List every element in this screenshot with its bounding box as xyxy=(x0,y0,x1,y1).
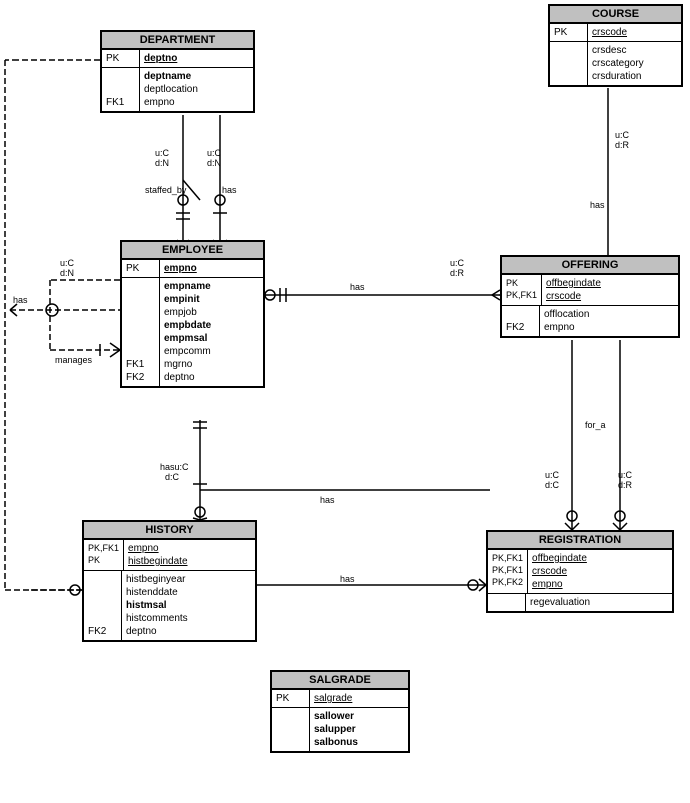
salgrade-header: SALGRADE xyxy=(272,672,408,690)
card-dn-dept-staffed: d:N xyxy=(155,158,169,168)
diagram: staffed_by has manages has has has for_a… xyxy=(0,0,690,803)
card-uc-dept-staffed: u:C xyxy=(155,148,169,158)
card-dr-off-reg2: d:R xyxy=(618,480,632,490)
label-staffed-by: staffed_by xyxy=(145,185,186,195)
label-has-course-off: has xyxy=(590,200,605,210)
entity-registration: REGISTRATION PK,FK1 PK,FK1 PK,FK2 offbeg… xyxy=(486,530,674,613)
entity-course: COURSE PK crscode crsdesc crscategory cr… xyxy=(548,4,683,87)
card-hasu: hasu:C xyxy=(160,462,189,472)
history-header: HISTORY xyxy=(84,522,255,540)
label-has-dept-emp: has xyxy=(222,185,237,195)
label-manages: manages xyxy=(55,355,92,365)
entity-department: DEPARTMENT PK deptno FK1 deptname deptlo… xyxy=(100,30,255,113)
card-uc-emp-left: u:C xyxy=(60,258,74,268)
card-dc-hist: d:C xyxy=(165,472,179,482)
card-dc-off-reg1: d:C xyxy=(545,480,559,490)
card-dn-emp-left: d:N xyxy=(60,268,74,278)
department-header: DEPARTMENT xyxy=(102,32,253,50)
label-has-hist-reg: has xyxy=(340,574,355,584)
course-header: COURSE xyxy=(550,6,681,24)
card-dr-emp-off: d:R xyxy=(450,268,464,278)
card-dn-dept-has: d:N xyxy=(207,158,221,168)
entity-salgrade: SALGRADE PK salgrade sallower salupper s… xyxy=(270,670,410,753)
dept-pk-attr: deptno xyxy=(144,52,177,65)
entity-history: HISTORY PK,FK1 PK empno histbegindate FK… xyxy=(82,520,257,642)
card-dr-course-has: d:R xyxy=(615,140,629,150)
label-has-left: has xyxy=(13,295,28,305)
registration-header: REGISTRATION xyxy=(488,532,672,550)
card-uc-dept-has: u:C xyxy=(207,148,221,158)
card-uc-course-has: u:C xyxy=(615,130,629,140)
offering-header: OFFERING xyxy=(502,257,678,275)
label-for-a: for_a xyxy=(585,420,606,430)
dept-pk-label: PK xyxy=(106,52,135,65)
entity-offering: OFFERING PK PK,FK1 offbegindate crscode … xyxy=(500,255,680,338)
card-uc-emp-off: u:C xyxy=(450,258,464,268)
card-uc-off-reg1: u:C xyxy=(545,470,559,480)
label-has-emp-off: has xyxy=(350,282,365,292)
label-has-emp-hist: has xyxy=(320,495,335,505)
employee-header: EMPLOYEE xyxy=(122,242,263,260)
card-uc-off-reg2: u:C xyxy=(618,470,632,480)
entity-employee: EMPLOYEE PK empno FK1 FK2 empname xyxy=(120,240,265,388)
